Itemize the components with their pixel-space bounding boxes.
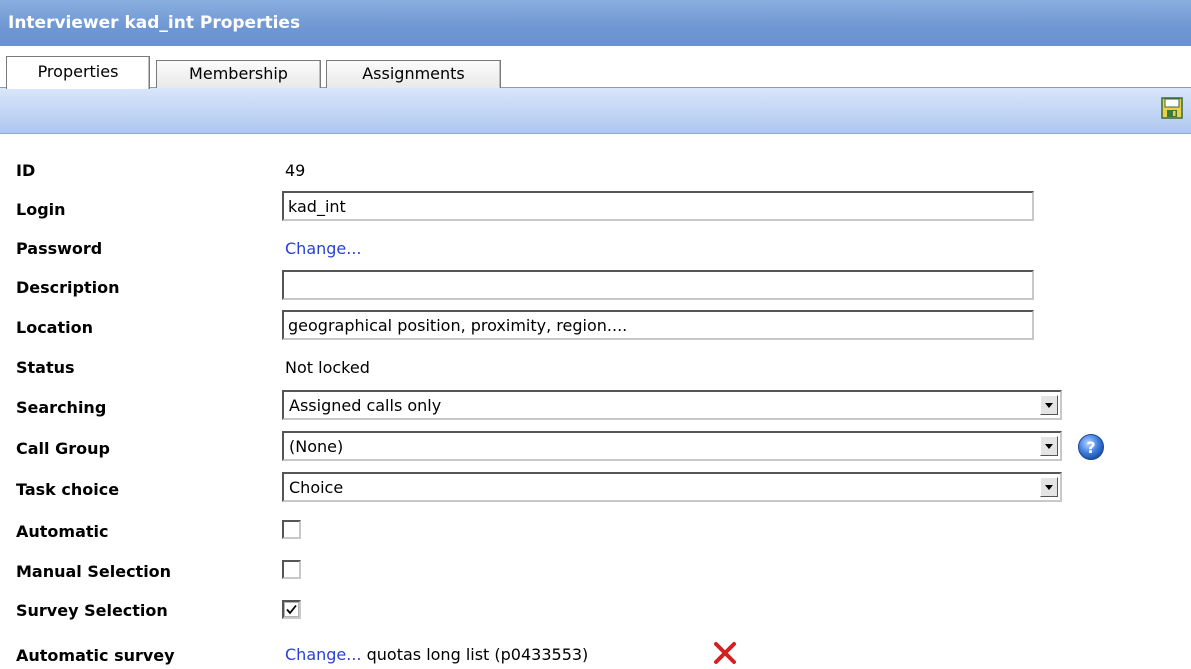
status-value: Not locked xyxy=(285,358,370,377)
call-group-label: Call Group xyxy=(16,439,110,458)
login-label: Login xyxy=(16,200,66,219)
window-title: Interviewer kad_int Properties xyxy=(0,0,1191,46)
location-label: Location xyxy=(16,318,93,337)
login-field[interactable] xyxy=(282,191,1034,221)
description-field[interactable] xyxy=(282,270,1034,300)
task-choice-select[interactable]: Choice xyxy=(282,472,1062,502)
save-icon[interactable] xyxy=(1161,97,1183,119)
description-label: Description xyxy=(16,278,120,297)
svg-text:?: ? xyxy=(1086,438,1095,457)
automatic-survey-label: Automatic survey xyxy=(16,646,175,665)
automatic-checkbox[interactable] xyxy=(282,520,301,539)
password-change-link[interactable]: Change... xyxy=(285,238,362,260)
toolbar xyxy=(0,88,1191,134)
automatic-label: Automatic xyxy=(16,522,109,541)
chevron-down-icon[interactable] xyxy=(1040,477,1058,497)
help-icon[interactable]: ? xyxy=(1077,433,1105,461)
searching-label: Searching xyxy=(16,398,107,417)
chevron-down-icon[interactable] xyxy=(1040,436,1058,456)
tab-assignments[interactable]: Assignments xyxy=(326,60,501,88)
automatic-survey-value: Change... quotas long list (p0433553) xyxy=(285,644,588,666)
tab-membership[interactable]: Membership xyxy=(156,60,321,88)
survey-selection-checkbox[interactable] xyxy=(282,600,301,619)
location-field[interactable] xyxy=(282,310,1034,340)
status-label: Status xyxy=(16,358,75,377)
task-choice-selected-value: Choice xyxy=(289,478,344,497)
remove-icon[interactable] xyxy=(713,641,737,665)
searching-selected-value: Assigned calls only xyxy=(289,396,442,415)
task-choice-label: Task choice xyxy=(16,480,120,499)
automatic-survey-name: quotas long list (p0433553) xyxy=(366,645,589,664)
manual-selection-label: Manual Selection xyxy=(16,562,172,581)
id-value: 49 xyxy=(285,161,306,180)
manual-selection-checkbox[interactable] xyxy=(282,560,301,579)
automatic-survey-change-link[interactable]: Change... xyxy=(285,645,362,664)
tab-properties[interactable]: Properties xyxy=(6,56,150,89)
password-label: Password xyxy=(16,239,103,258)
id-label: ID xyxy=(16,161,36,180)
survey-selection-label: Survey Selection xyxy=(16,601,168,620)
searching-select[interactable]: Assigned calls only xyxy=(282,390,1062,420)
call-group-selected-value: (None) xyxy=(289,437,344,456)
check-icon xyxy=(284,602,299,617)
call-group-select[interactable]: (None) xyxy=(282,431,1062,461)
tab-strip: Properties Membership Assignments xyxy=(0,46,1191,89)
chevron-down-icon[interactable] xyxy=(1040,395,1058,415)
